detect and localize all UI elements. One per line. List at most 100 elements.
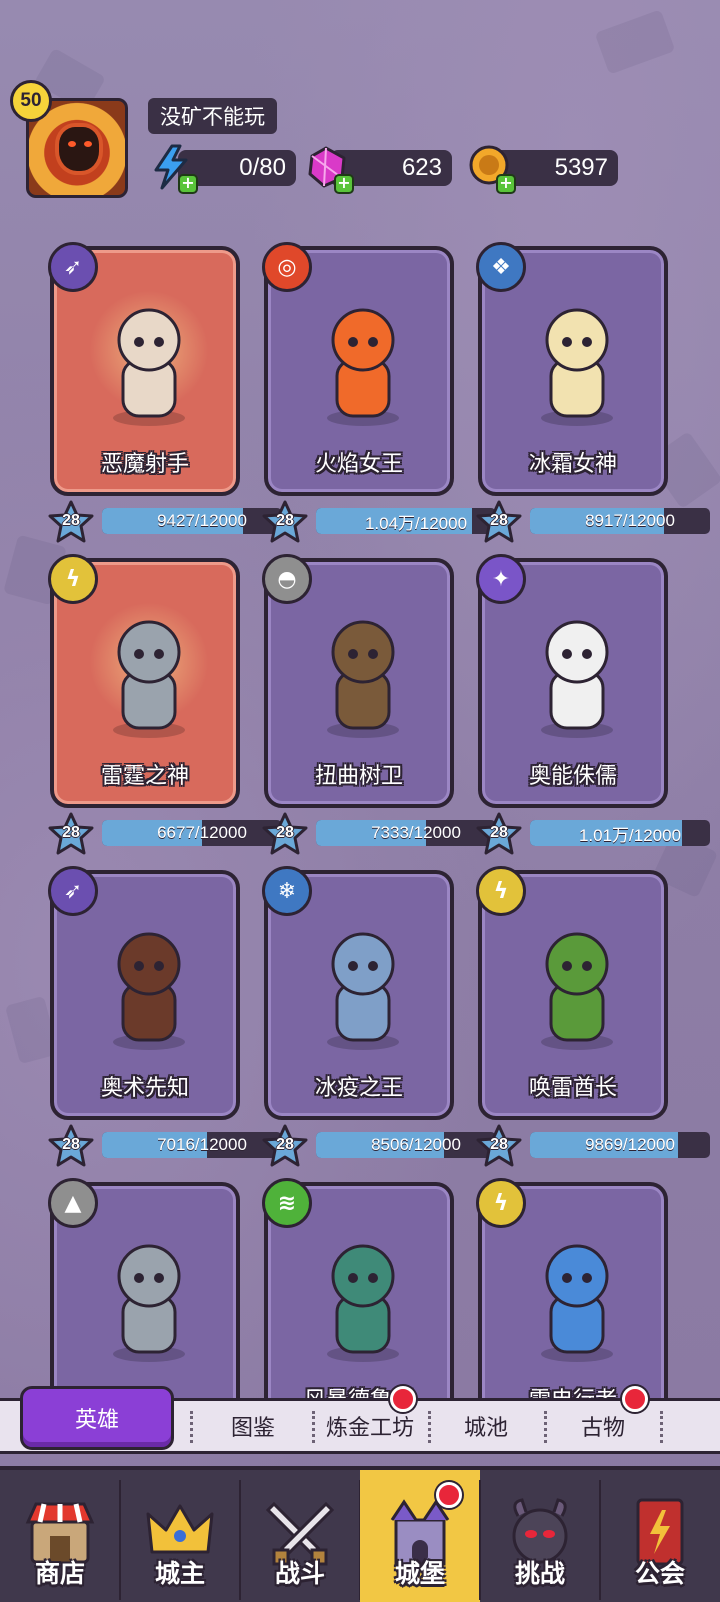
coin-icon[interactable]: +: [466, 144, 516, 194]
gems-value: 623: [401, 154, 442, 181]
hero-level: 28: [490, 824, 508, 841]
hero-level-star-icon: 28: [476, 500, 522, 544]
gold-value: 5397: [554, 154, 608, 181]
hero-class-icon: ϟ: [476, 866, 526, 916]
hero-name: 冰霜女神: [528, 452, 617, 477]
progress-text: 7333/12000: [371, 823, 461, 842]
hero-class-icon: ▲: [48, 1178, 98, 1228]
hero-portrait: [517, 914, 637, 1054]
hero-portrait: [303, 914, 423, 1054]
hero-level-star-icon: 28: [48, 1124, 94, 1168]
nav-lord[interactable]: 城主: [120, 1470, 240, 1602]
nav-shop[interactable]: 商店: [0, 1470, 120, 1602]
hero-class-icon: ϟ: [476, 1178, 526, 1228]
hero-class-icon: ➶: [48, 242, 98, 292]
hero-portrait: [303, 602, 423, 742]
hero-name: 唤雷酋长: [528, 1076, 617, 1101]
progress-text: 8917/12000: [585, 511, 675, 530]
notification-dot: [622, 1386, 648, 1412]
progress-text: 8506/12000: [371, 1135, 461, 1154]
hero-level: 28: [276, 824, 294, 841]
hero-shard-progress: 1.01万/12000: [530, 820, 710, 846]
nav-castle[interactable]: 城堡: [360, 1470, 480, 1602]
gem-icon[interactable]: +: [304, 144, 354, 194]
hero-name: 奥能侏儒: [528, 764, 617, 789]
nav-shop-label: 商店: [34, 1559, 85, 1588]
hero-class-icon: ◎: [262, 242, 312, 292]
nav-challenge-label: 挑战: [514, 1559, 565, 1588]
hero-level: 28: [276, 1136, 294, 1153]
hero-level-star-icon: 28: [476, 1124, 522, 1168]
hero-portrait: [303, 1226, 423, 1366]
tab-codex-label: 图鉴: [230, 1416, 275, 1441]
hero-shard-progress: 7333/12000: [316, 820, 496, 846]
hero-level-star-icon: 28: [262, 812, 308, 856]
progress-text: 1.04万/12000: [364, 513, 468, 533]
nav-guild-label: 公会: [634, 1559, 685, 1588]
nav-challenge[interactable]: 挑战: [480, 1470, 600, 1602]
tab-heroes[interactable]: 英雄: [20, 1386, 174, 1450]
hero-portrait: [89, 602, 209, 742]
tab-city-label: 城池: [463, 1416, 508, 1441]
hero-name: 雷霆之神: [100, 764, 189, 789]
energy-value: 0/80: [239, 154, 286, 181]
hero-level: 28: [62, 1136, 80, 1153]
progress-text: 9427/12000: [157, 511, 247, 530]
hero-level: 28: [490, 1136, 508, 1153]
hero-level: 28: [62, 824, 80, 841]
tab-alchemy-label: 炼金工坊: [325, 1416, 414, 1441]
hero-class-icon: ✦: [476, 554, 526, 604]
tab-relics-label: 古物: [580, 1416, 625, 1441]
hero-shard-progress: 8506/12000: [316, 1132, 496, 1158]
hero-portrait: [517, 290, 637, 430]
progress-text: 6677/12000: [157, 823, 247, 842]
tab-codex[interactable]: 图鉴: [200, 1401, 306, 1451]
hero-portrait: [303, 290, 423, 430]
hero-portrait: [517, 602, 637, 742]
nav-lord-label: 城主: [154, 1559, 205, 1588]
hero-portrait: [517, 1226, 637, 1366]
progress-text: 7016/12000: [157, 1135, 247, 1154]
player-name: 没矿不能玩: [148, 98, 277, 134]
nav-castle-label: 城堡: [394, 1559, 445, 1588]
tab-city[interactable]: 城池: [440, 1401, 532, 1451]
hero-class-icon: ≋: [262, 1178, 312, 1228]
notification-dot: [436, 1482, 462, 1508]
hero-shard-progress: 6677/12000: [102, 820, 282, 846]
hero-portrait: [89, 290, 209, 430]
player-level-badge: 50: [10, 80, 52, 122]
hero-portrait: [89, 1226, 209, 1366]
hero-name: 奥术先知: [100, 1076, 189, 1101]
hero-class-icon: ϟ: [48, 554, 98, 604]
nav-guild[interactable]: 公会: [600, 1470, 720, 1602]
bottom-nav: 商店 城主 战斗 城堡 挑战 公会: [0, 1466, 720, 1602]
progress-text: 1.01万/12000: [578, 825, 682, 845]
player-avatar[interactable]: 50: [10, 80, 130, 200]
hero-level-star-icon: 28: [48, 500, 94, 544]
tab-alchemy[interactable]: 炼金工坊: [310, 1401, 430, 1451]
lightning-icon[interactable]: +: [148, 144, 198, 194]
hero-name: 扭曲树卫: [314, 764, 403, 789]
hero-level-star-icon: 28: [48, 812, 94, 856]
hero-class-icon: ❖: [476, 242, 526, 292]
hero-name: 火焰女王: [314, 452, 403, 477]
hero-portrait: [89, 914, 209, 1054]
hero-level: 28: [490, 512, 508, 529]
tab-heroes-label: 英雄: [74, 1408, 119, 1433]
hero-level: 28: [276, 512, 294, 529]
hero-level-star-icon: 28: [262, 1124, 308, 1168]
hero-class-icon: ◓: [262, 554, 312, 604]
hero-level: 28: [62, 512, 80, 529]
nav-battle[interactable]: 战斗: [240, 1470, 360, 1602]
hero-shard-progress: 8917/12000: [530, 508, 710, 534]
hero-class-icon: ❄: [262, 866, 312, 916]
notification-dot: [390, 1386, 416, 1412]
hero-shard-progress: 9427/12000: [102, 508, 282, 534]
hero-class-icon: ➶: [48, 866, 98, 916]
hero-shard-progress: 9869/12000: [530, 1132, 710, 1158]
progress-text: 9869/12000: [585, 1135, 675, 1154]
hero-name: 冰疫之王: [314, 1076, 403, 1101]
nav-battle-label: 战斗: [274, 1559, 325, 1588]
hero-shard-progress: 7016/12000: [102, 1132, 282, 1158]
hero-shard-progress: 1.04万/12000: [316, 508, 496, 534]
